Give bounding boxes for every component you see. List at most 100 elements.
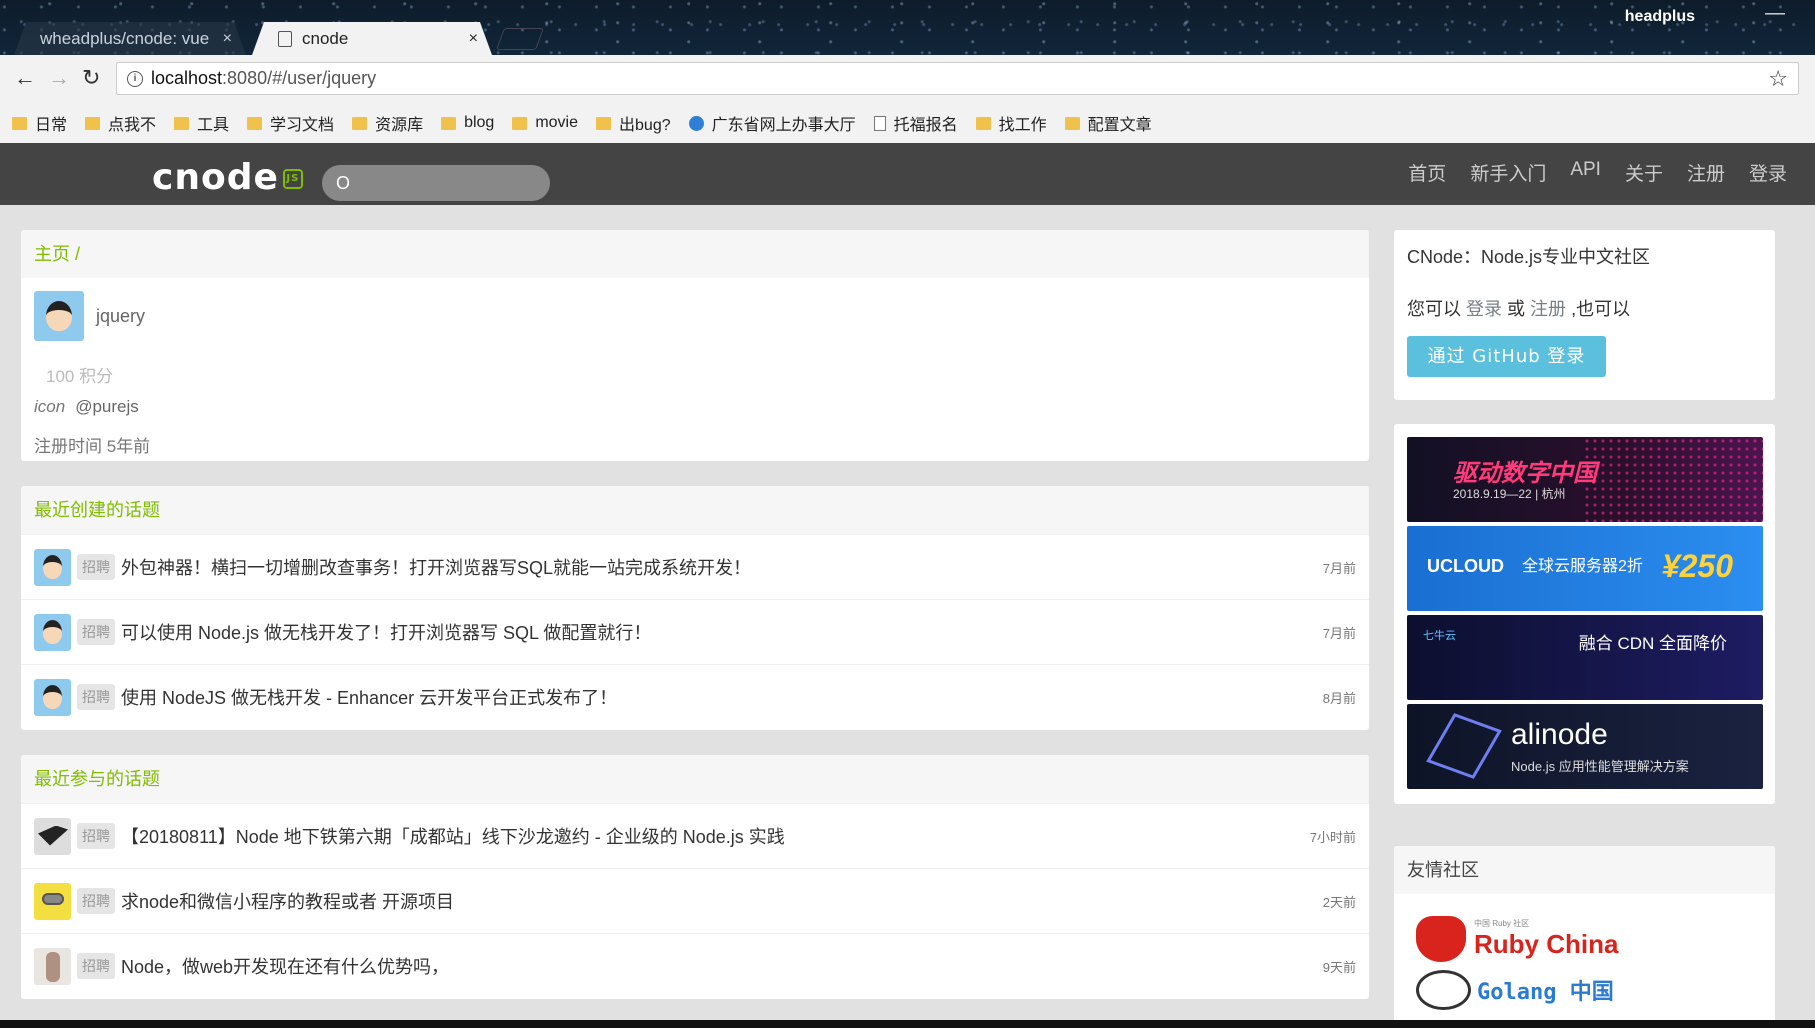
topic-row[interactable]: 招聘 可以使用 Node.js 做无栈开发了！打开浏览器写 SQL 做配置就行！… [21, 599, 1369, 664]
bookmark-item[interactable]: 点我不 [85, 111, 156, 135]
bookmark-label: 广东省网上办事大厅 [711, 117, 856, 134]
sidebar-ads-panel: 驱动数字中国 2018.9.19—22 | 杭州 UCLOUD 全球云服务器2折… [1394, 424, 1775, 804]
topic-title[interactable]: 【20180811】Node 地下铁第六期「成都站」线下沙龙邀约 - 企业级的 … [121, 823, 785, 849]
user-row: jquery [34, 291, 145, 341]
close-icon[interactable]: × [469, 30, 478, 48]
ad-banner[interactable]: UCLOUD 全球云服务器2折 ¥250 [1407, 526, 1763, 611]
topic-title[interactable]: 外包神器！横扫一切增删改查事务！打开浏览器写SQL就能一站完成系统开发！ [121, 554, 751, 580]
avatar[interactable] [34, 678, 71, 716]
info-icon[interactable]: i [127, 70, 143, 87]
bookmark-item[interactable]: 广东省网上办事大厅 [688, 111, 856, 135]
golang-label: Golang 中国 [1477, 980, 1614, 1005]
forward-arrow-icon[interactable]: → [48, 65, 70, 91]
nav-api[interactable]: API [1570, 159, 1601, 186]
breadcrumb[interactable]: 主页 / [21, 230, 1369, 278]
login-link[interactable]: 登录 [1466, 299, 1502, 319]
avatar[interactable] [34, 291, 84, 341]
logo-text: cnode [152, 157, 279, 198]
bookmark-label: 找工作 [998, 117, 1047, 134]
url-host: localhost [151, 68, 223, 88]
register-link[interactable]: 注册 [1530, 299, 1566, 319]
avatar[interactable] [34, 947, 71, 985]
github-login-button[interactable]: 通过 GitHub 登录 [1407, 336, 1606, 377]
ad-banner[interactable]: 七牛云 融合 CDN 全面降价 [1407, 615, 1763, 700]
reload-icon[interactable]: ↻ [82, 65, 100, 91]
ad-banner[interactable]: alinode Node.js 应用性能管理解决方案 [1407, 704, 1763, 789]
tab-wheadplus[interactable]: wheadplus/cnode: vue × [14, 22, 246, 55]
close-icon[interactable]: × [223, 30, 232, 48]
bookmark-label: 托福报名 [893, 117, 958, 134]
ad-banner[interactable]: 驱动数字中国 2018.9.19—22 | 杭州 [1407, 437, 1763, 522]
site-header: cnode JS O 首页 新手入门 API 关于 注册 登录 [0, 143, 1815, 205]
topic-row[interactable]: 招聘 使用 NodeJS 做无栈开发 - Enhancer 云开发平台正式发布了… [21, 664, 1369, 729]
folder-icon [596, 116, 612, 130]
nav-getstart[interactable]: 新手入门 [1470, 159, 1546, 186]
user-profile-panel: 主页 / jquery 100 积分 icon @purejs 注册时间 5年前 [21, 230, 1369, 461]
globe-icon [688, 115, 704, 131]
bookmark-label: 日常 [35, 117, 68, 134]
prompt-suffix: ,也可以 [1571, 299, 1631, 319]
avatar[interactable] [34, 882, 71, 920]
bookmark-item[interactable]: 日常 [12, 111, 67, 135]
folder-icon [975, 116, 991, 130]
nav-signin[interactable]: 登录 [1749, 159, 1787, 186]
tab-title: cnode [302, 28, 349, 48]
topic-row[interactable]: 招聘 外包神器！横扫一切增删改查事务！打开浏览器写SQL就能一站完成系统开发！ … [21, 534, 1369, 599]
bookmark-item[interactable]: 出bug? [596, 111, 671, 135]
ruby-gem-icon [1416, 916, 1466, 962]
ad-subtitle: Node.js 应用性能管理解决方案 [1511, 759, 1689, 774]
panel-title: 友情社区 [1394, 846, 1775, 894]
minimize-icon[interactable]: — [1765, 2, 1785, 25]
panel-title: 最近创建的话题 [21, 486, 1369, 534]
browser-toolbar: ← → ↻ i localhost:8080/#/user/jquery ☆ [0, 55, 1815, 103]
topic-title[interactable]: 可以使用 Node.js 做无栈开发了！打开浏览器写 SQL 做配置就行！ [121, 619, 651, 645]
bookmark-star-icon[interactable]: ☆ [1768, 66, 1788, 92]
site-logo[interactable]: cnode JS [152, 157, 303, 198]
github-link[interactable]: @purejs [75, 397, 139, 416]
face-icon [43, 619, 62, 644]
page: cnode JS O 首页 新手入门 API 关于 注册 登录 主页 / jque… [0, 143, 1815, 1020]
bookmark-label: 资源库 [375, 117, 424, 134]
search-input[interactable]: O [322, 165, 550, 201]
bookmark-item[interactable]: 托福报名 [873, 111, 958, 135]
bookmark-label: 工具 [197, 117, 230, 134]
bookmark-item[interactable]: movie [512, 114, 578, 132]
address-bar[interactable]: i localhost:8080/#/user/jquery ☆ [116, 62, 1799, 95]
taskbar [0, 1020, 1815, 1028]
topic-title[interactable]: 求node和微信小程序的教程或者 开源项目 [121, 888, 454, 914]
nav-home[interactable]: 首页 [1408, 159, 1446, 186]
face-icon [43, 554, 62, 579]
topic-row[interactable]: 招聘 求node和微信小程序的教程或者 开源项目 2天前 [21, 868, 1369, 933]
avatar[interactable] [34, 548, 71, 586]
golang-china-link[interactable]: Golang 中国 [1416, 970, 1775, 1010]
topic-tag: 招聘 [77, 619, 115, 645]
face-icon [46, 301, 72, 331]
tab-cnode[interactable]: cnode × [252, 22, 492, 55]
topic-row[interactable]: 招聘 Node，做web开发现在还有什么优势吗， 9天前 [21, 933, 1369, 998]
bookmark-item[interactable]: 配置文章 [1064, 111, 1152, 135]
topic-title[interactable]: 使用 NodeJS 做无栈开发 - Enhancer 云开发平台正式发布了！ [121, 684, 617, 710]
folder-icon [512, 116, 528, 130]
topic-row[interactable]: 招聘 【20180811】Node 地下铁第六期「成都站」线下沙龙邀约 - 企业… [21, 803, 1369, 868]
back-arrow-icon[interactable]: ← [14, 65, 36, 91]
top-nav: 首页 新手入门 API 关于 注册 登录 [1384, 159, 1787, 186]
ad-title: 驱动数字中国 [1453, 460, 1597, 487]
avatar[interactable] [34, 817, 71, 855]
bookmark-item[interactable]: 学习文档 [247, 111, 334, 135]
bookmark-label: 点我不 [108, 117, 157, 134]
bookmark-item[interactable]: 资源库 [352, 111, 423, 135]
nav-signup[interactable]: 注册 [1687, 159, 1725, 186]
topic-tag: 招聘 [77, 823, 115, 849]
profile-name[interactable]: headplus [1625, 8, 1695, 26]
topic-tag: 招聘 [77, 953, 115, 979]
bookmark-label: 配置文章 [1087, 117, 1152, 134]
topic-title[interactable]: Node，做web开发现在还有什么优势吗， [121, 953, 449, 979]
avatar[interactable] [34, 613, 71, 651]
bookmark-item[interactable]: 工具 [174, 111, 229, 135]
ruby-china-link[interactable]: 中国 Ruby 社区 Ruby China [1416, 916, 1775, 962]
bookmark-item[interactable]: blog [441, 114, 494, 132]
bookmark-item[interactable]: 找工作 [975, 111, 1047, 135]
document-icon [873, 115, 886, 131]
nav-about[interactable]: 关于 [1625, 159, 1663, 186]
new-tab-button[interactable] [495, 28, 545, 50]
